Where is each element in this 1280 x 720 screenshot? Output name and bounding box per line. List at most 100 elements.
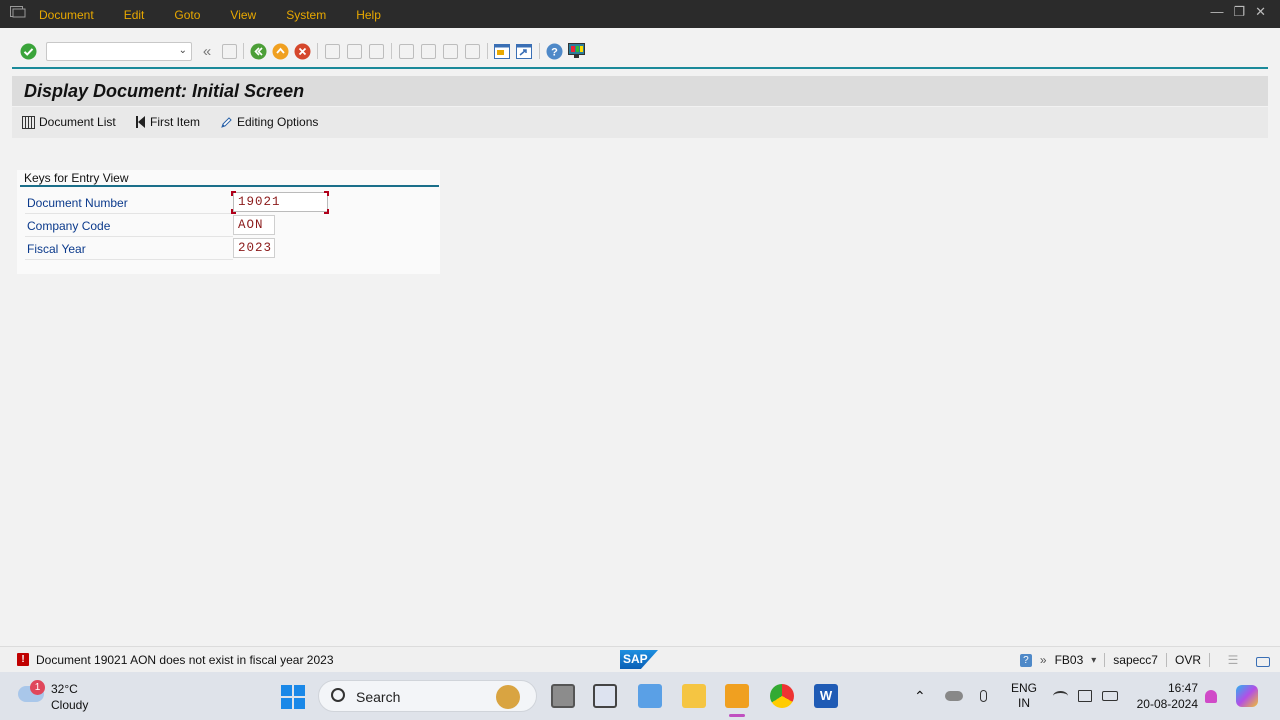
- word-icon[interactable]: W: [814, 684, 838, 708]
- standard-toolbar: ⌄ « ?: [0, 28, 1280, 68]
- shortcut-icon[interactable]: [515, 42, 533, 60]
- copilot-icon[interactable]: [1236, 672, 1258, 720]
- search-icon: [331, 688, 345, 702]
- enter-icon[interactable]: [19, 42, 37, 60]
- bell-icon[interactable]: [1205, 672, 1217, 720]
- menu-view[interactable]: View: [230, 8, 256, 22]
- system-tray: ⌃: [914, 672, 926, 720]
- find-next-icon[interactable]: [367, 42, 385, 60]
- toolbar-separator: [243, 43, 244, 59]
- insert-mode[interactable]: OVR: [1175, 653, 1201, 667]
- group-divider: [20, 185, 439, 187]
- first-item-button[interactable]: First Item: [136, 115, 200, 129]
- temperature: 32°C: [51, 682, 78, 696]
- status-info: ? » FB03 ▾ sapecc7 OVR ☰: [1019, 653, 1270, 667]
- editing-options-button[interactable]: Editing Options: [220, 115, 318, 129]
- first-page-icon[interactable]: [397, 42, 415, 60]
- snipping-tool-icon[interactable]: [593, 684, 617, 708]
- new-session-icon[interactable]: [493, 42, 511, 60]
- focus-corner: [231, 191, 236, 196]
- file-explorer-icon[interactable]: [682, 684, 706, 708]
- task-view-icon[interactable]: [551, 684, 575, 708]
- error-icon: !: [17, 653, 29, 666]
- system-menu-icon[interactable]: [10, 6, 26, 18]
- microphone-icon[interactable]: [980, 672, 987, 720]
- document-number-field[interactable]: 19021: [233, 192, 328, 212]
- close-icon[interactable]: ✕: [1255, 4, 1266, 20]
- taskbar-search[interactable]: Search: [318, 680, 537, 712]
- clock[interactable]: 16:47 20-08-2024: [1134, 672, 1198, 720]
- cancel-icon[interactable]: [293, 42, 311, 60]
- company-code-field[interactable]: AON: [233, 215, 275, 235]
- editing-options-label: Editing Options: [237, 115, 319, 129]
- document-number-label: Document Number: [27, 196, 128, 210]
- transaction-code[interactable]: FB03: [1055, 653, 1084, 667]
- chevron-up-icon[interactable]: ⌃: [914, 688, 926, 705]
- region-code: IN: [1018, 696, 1030, 710]
- toolbar-separator: [539, 43, 540, 59]
- fiscal-year-row: Fiscal Year: [25, 238, 233, 260]
- print-icon[interactable]: [323, 42, 341, 60]
- company-code-row: Company Code: [25, 215, 233, 237]
- menu-bar: Document Edit Goto View System Help — ❐ …: [0, 0, 1280, 28]
- svg-text:?: ?: [551, 46, 558, 58]
- page-title: Display Document: Initial Screen: [24, 81, 305, 101]
- exit-icon[interactable]: [271, 42, 289, 60]
- active-app-indicator: [729, 714, 745, 717]
- last-page-icon[interactable]: [463, 42, 481, 60]
- menu-help[interactable]: Help: [356, 8, 381, 22]
- customize-layout-icon[interactable]: [567, 42, 585, 60]
- document-list-button[interactable]: Document List: [22, 115, 116, 129]
- lock-icon[interactable]: [1256, 657, 1270, 667]
- window-controls: — ❐ ✕: [1210, 4, 1266, 20]
- status-help-icon[interactable]: ?: [1019, 653, 1032, 667]
- notepad-icon[interactable]: [638, 684, 662, 708]
- fiscal-year-field[interactable]: 2023: [233, 238, 275, 258]
- company-code-label: Company Code: [27, 219, 111, 233]
- back-icon[interactable]: [249, 42, 267, 60]
- previous-page-icon[interactable]: [419, 42, 437, 60]
- quick-settings[interactable]: [1053, 672, 1118, 720]
- application-toolbar: Document List First Item Editing Options: [12, 107, 1268, 138]
- chevron-down-icon[interactable]: ▾: [1091, 655, 1096, 666]
- group-title: Keys for Entry View: [24, 171, 129, 185]
- status-bar: ! Document 19021 AON does not exist in f…: [0, 646, 1280, 672]
- minimize-icon[interactable]: —: [1210, 4, 1223, 20]
- menu-edit[interactable]: Edit: [124, 8, 145, 22]
- pencil-icon: [221, 116, 232, 128]
- toolbar-separator: [487, 43, 488, 59]
- menu-system[interactable]: System: [286, 8, 326, 22]
- find-icon[interactable]: [345, 42, 363, 60]
- chrome-icon[interactable]: [770, 684, 794, 708]
- first-item-label: First Item: [150, 115, 200, 129]
- language-indicator[interactable]: ENG IN: [1011, 672, 1037, 720]
- settings-sliders-icon[interactable]: ☰: [1218, 653, 1248, 667]
- next-page-icon[interactable]: [441, 42, 459, 60]
- help-icon[interactable]: ?: [545, 42, 563, 60]
- sap-logon-icon[interactable]: [725, 684, 749, 708]
- command-field[interactable]: ⌄: [46, 42, 192, 61]
- toolbar-separator: [391, 43, 392, 59]
- onedrive-icon[interactable]: [945, 672, 963, 720]
- expand-icon[interactable]: »: [1040, 653, 1047, 667]
- wifi-icon: [1053, 691, 1068, 701]
- status-separator: [1209, 653, 1210, 667]
- sap-logo: SAP: [620, 650, 658, 669]
- windows-taskbar: 1 32°C Cloudy Search W ⌃ ENG IN 16:47 20…: [0, 672, 1280, 720]
- sap-logo-text: SAP: [623, 652, 648, 666]
- menu-document[interactable]: Document: [39, 8, 94, 22]
- keys-group-box: Keys for Entry View Document Number 1902…: [17, 170, 440, 274]
- save-icon[interactable]: [220, 42, 238, 60]
- menu-goto[interactable]: Goto: [174, 8, 200, 22]
- chevron-down-icon[interactable]: ⌄: [179, 45, 187, 56]
- windows-start-icon[interactable]: [281, 685, 305, 709]
- focus-corner: [231, 209, 236, 214]
- restore-icon[interactable]: ❐: [1233, 4, 1245, 20]
- status-separator: [1104, 653, 1106, 667]
- status-message[interactable]: Document 19021 AON does not exist in fis…: [36, 653, 334, 667]
- language-code: ENG: [1011, 681, 1038, 695]
- collapse-command-icon[interactable]: «: [198, 42, 216, 60]
- volume-icon: [1078, 690, 1092, 702]
- focus-corner: [324, 191, 329, 196]
- status-separator: [1165, 653, 1167, 667]
